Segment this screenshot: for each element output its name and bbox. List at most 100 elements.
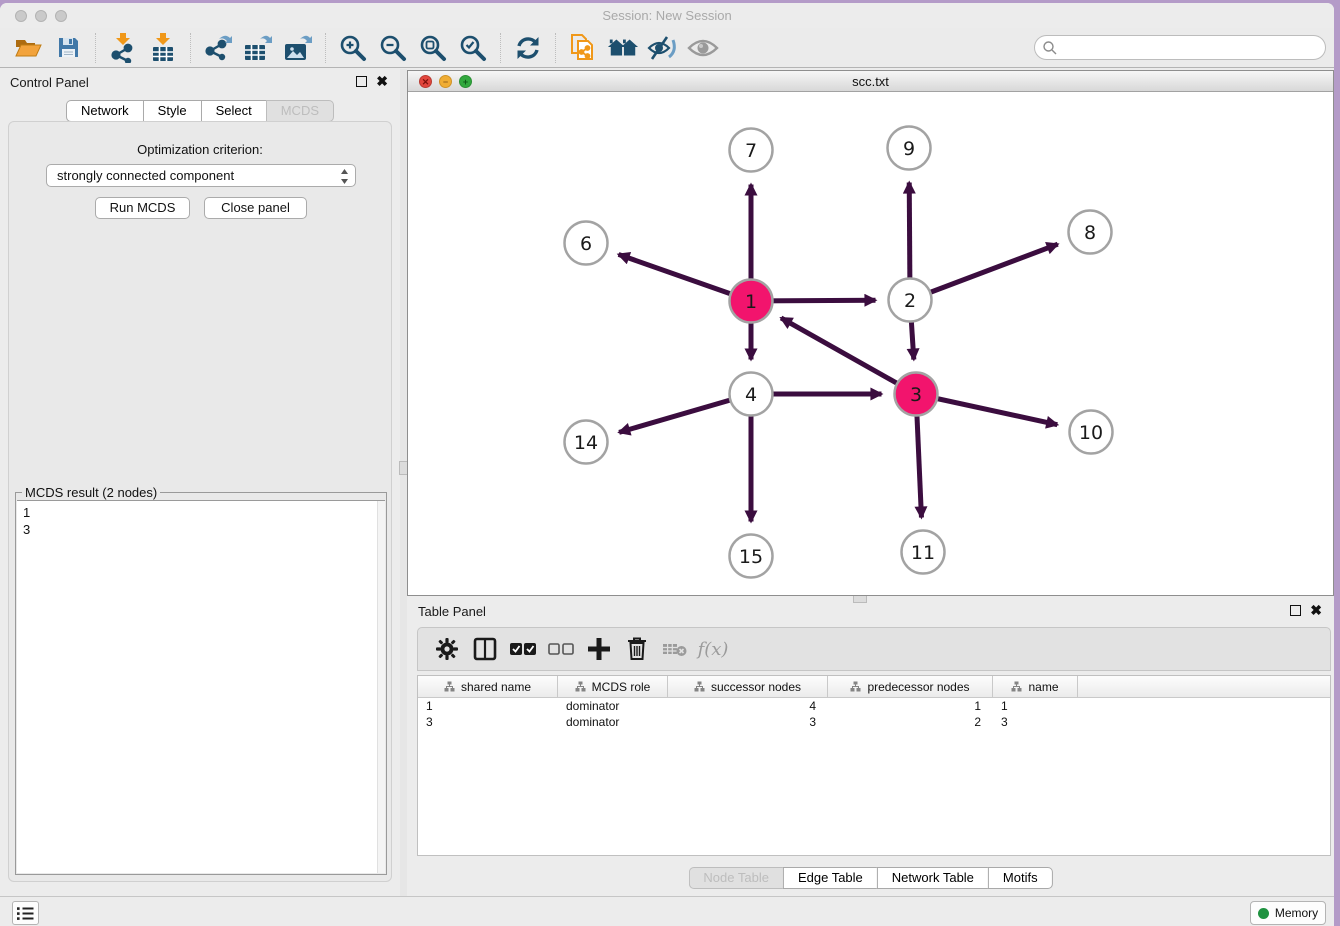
zoom-selected-icon	[459, 34, 487, 62]
table-row[interactable]: 3dominator323	[418, 714, 1330, 730]
hide-graphics-details-icon	[647, 35, 679, 61]
export-table-button[interactable]	[242, 32, 274, 64]
select-stepper-icon	[340, 168, 349, 185]
table-row[interactable]: 1dominator411	[418, 698, 1330, 714]
graph-node-9[interactable]: 9	[888, 127, 931, 170]
column-header-MCDS-role[interactable]: MCDS role	[558, 676, 668, 697]
table-cell[interactable]: 3	[418, 714, 558, 730]
memory-button[interactable]: Memory	[1250, 901, 1326, 925]
houses-icon	[607, 36, 639, 60]
table-cell[interactable]: 2	[828, 714, 993, 730]
tab-edge-table[interactable]: Edge Table	[783, 867, 877, 889]
table-cell[interactable]: 1	[993, 698, 1078, 714]
table-cell[interactable]: 4	[668, 698, 828, 714]
show-columns-button[interactable]	[470, 634, 500, 664]
tab-mcds[interactable]: MCDS	[266, 100, 334, 122]
column-header-name[interactable]: name	[993, 676, 1078, 697]
table-cell[interactable]: 3	[668, 714, 828, 730]
network-window-titlebar: ✕ − + scc.txt	[408, 71, 1333, 92]
graph-node-label: 10	[1079, 422, 1103, 444]
delete-row-button[interactable]	[622, 634, 652, 664]
control-panel: Control Panel ✖ NetworkStyleSelectMCDS O…	[0, 69, 400, 896]
graph-node-1[interactable]: 1	[730, 280, 773, 323]
add-row-button[interactable]	[584, 634, 614, 664]
graph-node-3[interactable]: 3	[895, 373, 938, 416]
table-settings-button[interactable]	[432, 634, 462, 664]
destroy-table-button[interactable]	[660, 634, 690, 664]
graph-node-4[interactable]: 4	[730, 373, 773, 416]
column-sort-icon	[694, 681, 705, 692]
show-graphics-details-button[interactable]	[687, 32, 719, 64]
zoom-fit-button[interactable]	[417, 32, 449, 64]
column-sort-icon	[444, 681, 455, 692]
criterion-select[interactable]: strongly connected component	[46, 164, 356, 187]
tab-network[interactable]: Network	[66, 100, 143, 122]
graph-node-label: 7	[745, 140, 757, 162]
node-table: shared nameMCDS role successor nodes prede…	[417, 675, 1331, 856]
tab-network-table[interactable]: Network Table	[877, 867, 988, 889]
column-label: successor nodes	[711, 680, 801, 694]
tab-motifs[interactable]: Motifs	[988, 867, 1053, 889]
save-session-button[interactable]	[52, 32, 84, 64]
graph-node-2[interactable]: 2	[889, 279, 932, 322]
graph-node-10[interactable]: 10	[1070, 411, 1113, 454]
deselect-all-button[interactable]	[546, 634, 576, 664]
horizontal-splitter-grip[interactable]	[853, 595, 867, 603]
optimization-criterion-label: Optimization criterion:	[9, 142, 391, 157]
save-floppy-icon	[57, 36, 80, 59]
column-header-successor-nodes[interactable]: successor nodes	[668, 676, 828, 697]
graph-node-label: 11	[911, 542, 935, 564]
graph-node-label: 6	[580, 233, 592, 255]
open-folder-icon	[15, 36, 42, 59]
import-network-button[interactable]	[107, 32, 139, 64]
export-image-button[interactable]	[282, 32, 314, 64]
mcds-result-area[interactable]: 1 3	[17, 500, 385, 873]
graph-node-11[interactable]: 11	[902, 531, 945, 574]
clone-network-button[interactable]	[567, 32, 599, 64]
control-panel-float-button[interactable]	[356, 76, 367, 87]
table-cell[interactable]: dominator	[558, 698, 668, 714]
column-header-shared-name[interactable]: shared name	[418, 676, 558, 697]
graph-node-15[interactable]: 15	[730, 535, 773, 578]
run-mcds-button[interactable]: Run MCDS	[95, 197, 190, 219]
home-layout-button[interactable]	[607, 32, 639, 64]
search-input[interactable]	[1034, 35, 1326, 60]
zoom-out-button[interactable]	[377, 32, 409, 64]
hide-graphics-details-button[interactable]	[647, 32, 679, 64]
graph-node-14[interactable]: 14	[565, 421, 608, 464]
export-network-button[interactable]	[202, 32, 234, 64]
zoom-selected-button[interactable]	[457, 32, 489, 64]
zoom-in-button[interactable]	[337, 32, 369, 64]
import-table-button[interactable]	[147, 32, 179, 64]
close-panel-button[interactable]: Close panel	[204, 197, 307, 219]
table-cell[interactable]: 1	[828, 698, 993, 714]
graph-node-8[interactable]: 8	[1069, 211, 1112, 254]
task-history-button[interactable]	[12, 901, 39, 925]
network-graph[interactable]: 7 9 6 8 1 2 4 3 14 10 15 11	[408, 92, 1333, 595]
window-title: Session: New Session	[0, 8, 1334, 23]
function-builder-button[interactable]: f(x)	[698, 634, 728, 664]
refresh-button[interactable]	[512, 32, 544, 64]
table-cell[interactable]: 3	[993, 714, 1078, 730]
graph-edge-3-1[interactable]	[781, 318, 916, 394]
open-session-button[interactable]	[12, 32, 44, 64]
graph-node-7[interactable]: 7	[730, 129, 773, 172]
tab-style[interactable]: Style	[143, 100, 201, 122]
tab-select[interactable]: Select	[201, 100, 266, 122]
table-cell[interactable]: dominator	[558, 714, 668, 730]
table-cell[interactable]: 1	[418, 698, 558, 714]
application-window: Session: New Session	[0, 3, 1334, 926]
tab-node-table[interactable]: Node Table	[688, 867, 783, 889]
graph-node-6[interactable]: 6	[565, 222, 608, 265]
table-panel-float-button[interactable]	[1290, 605, 1301, 616]
graph-node-label: 3	[910, 384, 922, 406]
result-scrollbar[interactable]	[377, 501, 385, 873]
toolbar-separator	[190, 33, 191, 63]
search-field	[1034, 35, 1326, 60]
vertical-splitter[interactable]	[400, 69, 407, 896]
graph-edge-2-8[interactable]	[910, 244, 1058, 300]
table-panel-close-button[interactable]: ✖	[1310, 605, 1322, 616]
control-panel-close-button[interactable]: ✖	[376, 76, 388, 87]
column-header-predecessor-nodes[interactable]: predecessor nodes	[828, 676, 993, 697]
select-all-button[interactable]	[508, 634, 538, 664]
